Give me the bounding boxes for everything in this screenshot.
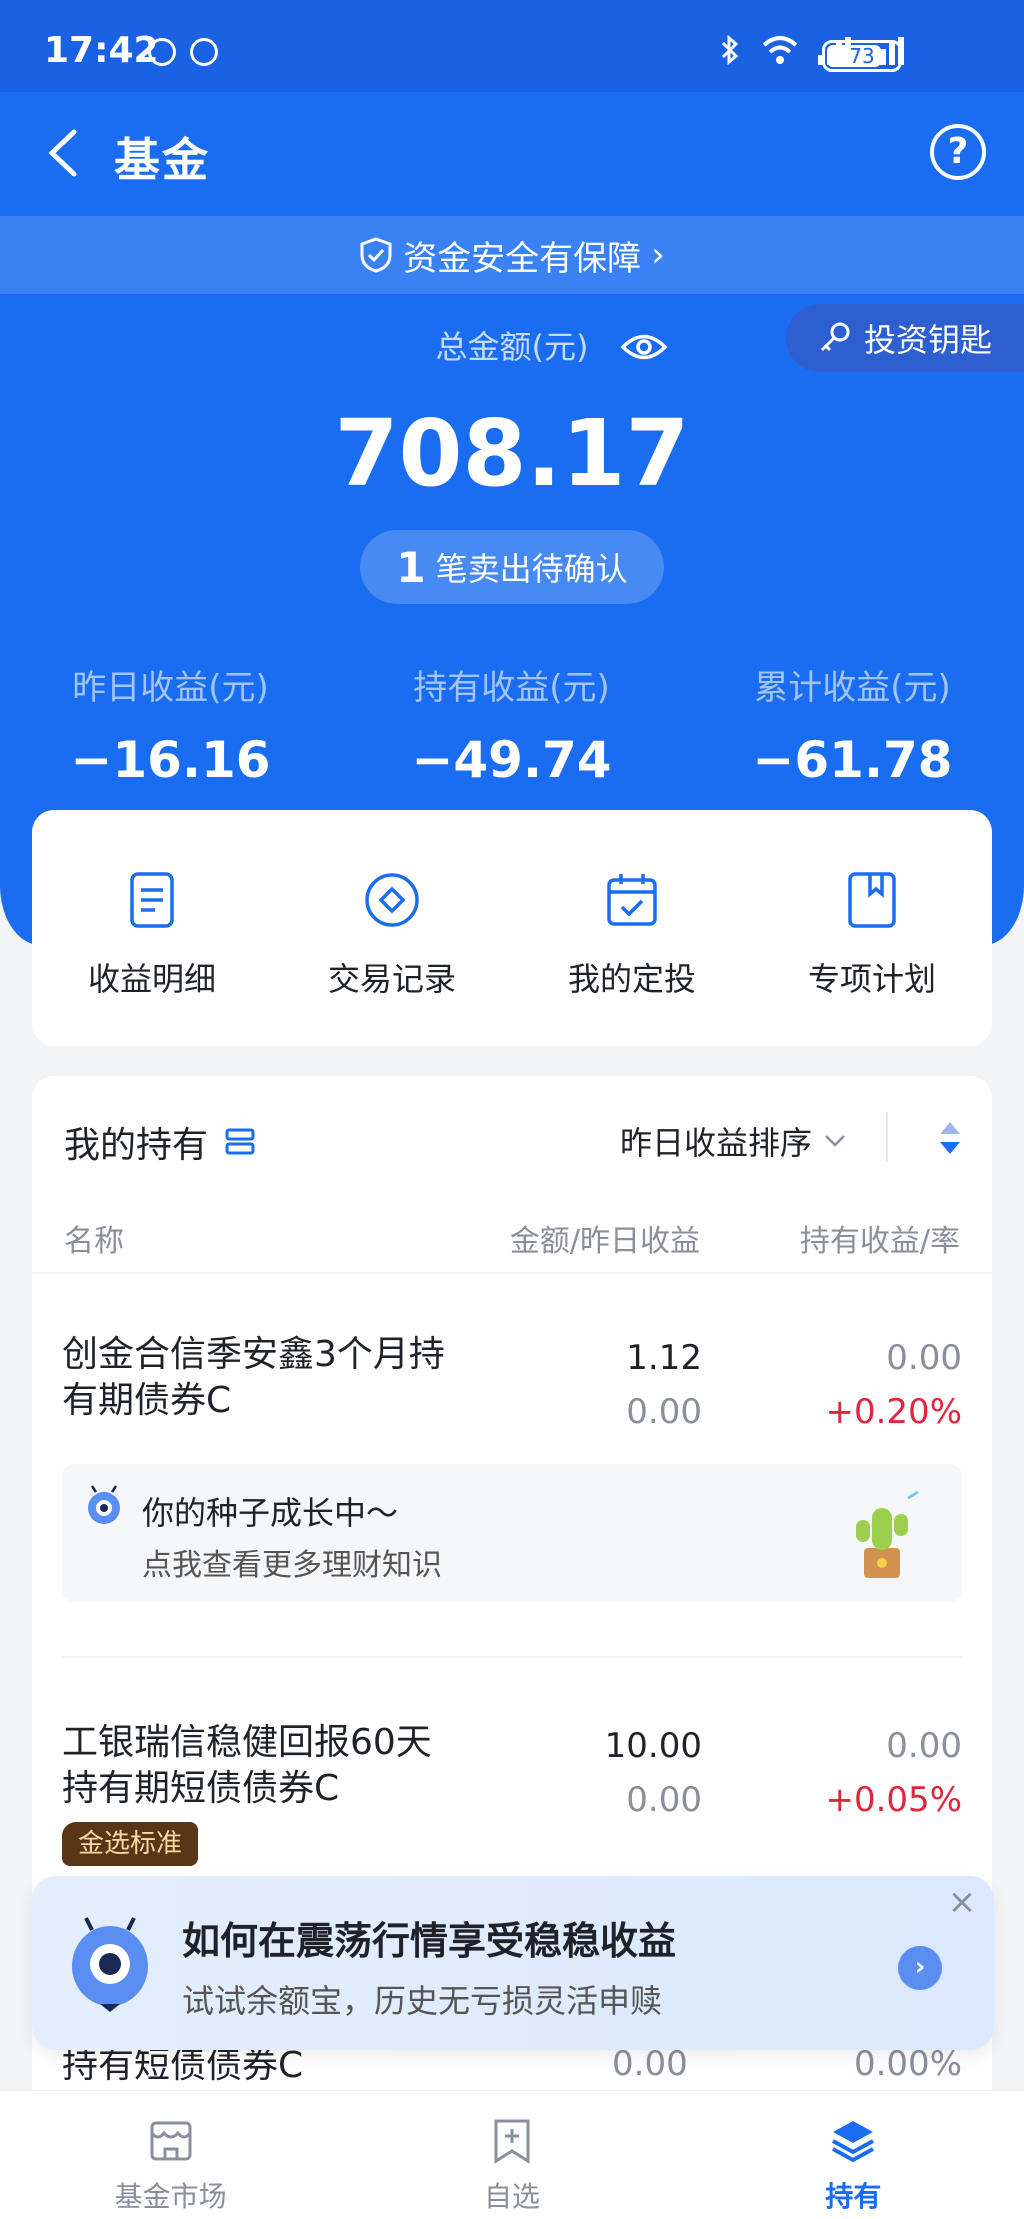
robot-mascot-icon (88, 1485, 120, 1524)
shield-check-icon (360, 237, 392, 273)
add-bookmark-icon (494, 2119, 530, 2164)
sort-order-icon[interactable] (938, 1120, 962, 1156)
col-name: 名称 (64, 1224, 124, 1259)
action-earnings-detail[interactable]: 收益明细 (32, 810, 272, 1046)
pending-count: 1 (396, 542, 426, 592)
fund-amount: 10.00 (604, 1726, 702, 1766)
robot-mascot-icon (72, 1917, 148, 2012)
col-amount: 金额/昨日收益 (509, 1224, 700, 1259)
stat-value: −49.74 (411, 731, 612, 789)
bluetooth-icon (721, 34, 739, 66)
partial-fund-amount: 0.00 (612, 2044, 688, 2084)
action-label: 交易记录 (327, 960, 456, 998)
earnings-stats: 昨日收益(元) −16.16 持有收益(元) −49.74 累计收益(元) −6… (0, 660, 1024, 789)
pending-text: 笔卖出待确认 (435, 550, 628, 588)
safety-banner-text: 资金安全有保障 (403, 238, 642, 279)
store-icon (150, 2121, 192, 2161)
stat-yesterday: 昨日收益(元) −16.16 (0, 660, 341, 789)
layers-icon (832, 2121, 875, 2163)
safety-banner[interactable]: 资金安全有保障 › (0, 216, 1024, 294)
tab-label: 基金市场 (114, 2180, 227, 2213)
sort-dropdown[interactable]: 昨日收益排序 (620, 1118, 846, 1164)
fund-profit: 0.00 (886, 1726, 962, 1766)
fund-yesterday: 0.00 (626, 1780, 702, 1820)
wifi-icon (762, 36, 798, 64)
status-notification-icons (148, 38, 218, 66)
total-amount-value: 708.17 (334, 400, 690, 507)
fund-rate: +0.05% (825, 1780, 963, 1820)
status-bar: 17:42 73 (0, 0, 1024, 92)
fund-row[interactable]: 创金合信季安鑫3个月持有期债券C 1.12 0.00 0.00 +0.20% (62, 1334, 962, 1444)
chevron-right-icon[interactable]: › (898, 1946, 942, 1990)
col-profit: 持有收益/率 (799, 1224, 960, 1259)
cactus-plant-icon (856, 1490, 919, 1578)
bookmark-icon (848, 872, 896, 928)
stat-value: −61.78 (752, 731, 953, 789)
fund-name: 工银瑞信稳健回报60天持有期短债债券C (62, 1722, 432, 1809)
shield-yen-icon (148, 38, 176, 66)
stat-holding: 持有收益(元) −49.74 (341, 660, 682, 789)
close-icon[interactable]: × (942, 1882, 982, 1922)
fund-rate: +0.20% (825, 1392, 963, 1432)
status-time: 17:42 (44, 30, 159, 71)
action-label: 专项计划 (807, 960, 936, 998)
seed-tip-subtitle: 点我查看更多理财知识 (142, 1548, 442, 1583)
sort-label: 昨日收益排序 (619, 1124, 812, 1162)
total-amount-label: 总金额(元) (435, 328, 589, 366)
fund-profit-cell: 0.00 +0.20% (826, 1338, 963, 1432)
sort-divider (886, 1112, 888, 1162)
fund-amount-cell: 1.12 0.00 (626, 1338, 702, 1432)
stat-label: 昨日收益(元) (72, 668, 269, 708)
pending-sell-pill[interactable]: 1 笔卖出待确认 (360, 530, 664, 604)
chevron-down-icon (825, 1135, 845, 1147)
stat-cumulative: 累计收益(元) −61.78 (682, 660, 1023, 789)
fund-profit: 0.00 (886, 1338, 962, 1378)
action-transactions[interactable]: 交易记录 (272, 810, 512, 1046)
action-label: 我的定投 (567, 960, 696, 998)
divider (32, 1272, 992, 1274)
stat-label: 持有收益(元) (413, 668, 610, 708)
help-icon[interactable]: ? (930, 124, 986, 180)
fund-yesterday: 0.00 (626, 1392, 702, 1432)
fund-amount: 1.12 (626, 1338, 702, 1378)
holdings-title: 我的持有 (64, 1125, 209, 1166)
promo-title: 如何在震荡行情享受稳稳收益 (182, 1919, 677, 1963)
page-title: 基金 (114, 133, 210, 187)
tab-fund-market[interactable]: 基金市场 (0, 2091, 341, 2219)
eye-icon[interactable] (620, 330, 668, 364)
tab-watchlist[interactable]: 自选 (341, 2091, 682, 2219)
seed-tip-title: 你的种子成长中～ (142, 1494, 399, 1532)
action-auto-invest[interactable]: 我的定投 (512, 810, 752, 1046)
promo-subtitle: 试试余额宝，历史无亏损灵活申赎 (182, 1982, 663, 2020)
chevron-right-icon: › (651, 235, 665, 275)
fund-name: 创金合信季安鑫3个月持有期债券C (62, 1334, 445, 1421)
action-label: 收益明细 (87, 960, 216, 998)
bottom-tab-bar: 基金市场 自选 持有 (0, 2090, 1024, 2219)
pause-icon (190, 38, 218, 66)
battery-level: 73 (849, 44, 875, 68)
fund-amount-cell: 10.00 0.00 (605, 1726, 702, 1820)
quick-actions-card: 收益明细 交易记录 我的定投 专项计划 (32, 810, 992, 1046)
stat-label: 累计收益(元) (754, 668, 951, 708)
divider (62, 1656, 962, 1658)
partial-fund-profit: 0.00% (853, 2044, 962, 2084)
battery-indicator: 73 (822, 40, 902, 72)
fund-profit-cell: 0.00 +0.05% (826, 1726, 963, 1820)
back-arrow-icon[interactable] (44, 128, 82, 178)
promo-banner[interactable]: 如何在震荡行情享受稳稳收益 试试余额宝，历史无亏损灵活申赎 › × (32, 1876, 994, 2050)
tab-label: 持有 (825, 2180, 882, 2213)
nav-bar: 基金 ? (0, 92, 1024, 216)
stat-value: −16.16 (70, 731, 271, 789)
diamond-circle-icon (365, 873, 419, 927)
holdings-header: 我的持有 (64, 1116, 256, 1168)
seed-tip-card[interactable]: 你的种子成长中～ 点我查看更多理财知识 (62, 1464, 962, 1602)
tab-label: 自选 (483, 2180, 540, 2213)
tab-holdings[interactable]: 持有 (683, 2091, 1024, 2219)
calendar-check-icon (607, 874, 657, 926)
gold-select-badge: 金选标准 (62, 1822, 199, 1866)
list-toggle-icon[interactable] (224, 1127, 256, 1157)
action-special-plan[interactable]: 专项计划 (752, 810, 992, 1046)
document-icon (130, 872, 174, 928)
